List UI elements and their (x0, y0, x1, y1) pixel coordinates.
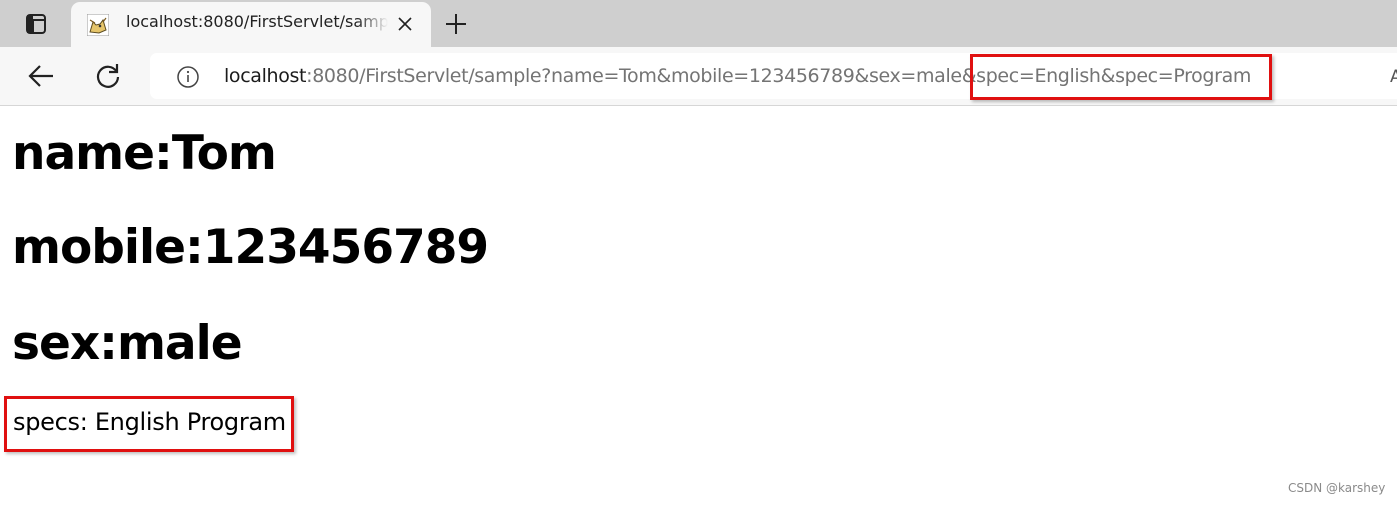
tab-actions-icon (26, 14, 46, 34)
tab-strip: localhost:8080/FirstServlet/sample?name=… (0, 0, 1397, 47)
specs-highlight-box (4, 396, 294, 452)
name-heading: name:Tom (12, 126, 277, 181)
tab-actions-button[interactable] (18, 8, 54, 40)
plus-icon[interactable] (442, 10, 470, 38)
sex-heading: sex:male (12, 316, 243, 371)
tomcat-favicon-icon (87, 14, 109, 36)
url-host: localhost (224, 65, 307, 87)
info-icon[interactable] (176, 65, 200, 89)
reload-icon[interactable] (94, 62, 122, 90)
watermark: CSDN @karshey (1288, 481, 1386, 495)
close-icon[interactable] (397, 16, 413, 32)
url-highlight-box (970, 54, 1272, 100)
back-arrow-icon[interactable] (26, 64, 56, 88)
tab-title: localhost:8080/FirstServlet/sample?name=… (126, 12, 388, 31)
read-aloud-glyph[interactable]: A (1390, 67, 1397, 87)
mobile-heading: mobile:123456789 (12, 220, 489, 275)
active-tab[interactable]: localhost:8080/FirstServlet/sample?name=… (71, 2, 431, 47)
